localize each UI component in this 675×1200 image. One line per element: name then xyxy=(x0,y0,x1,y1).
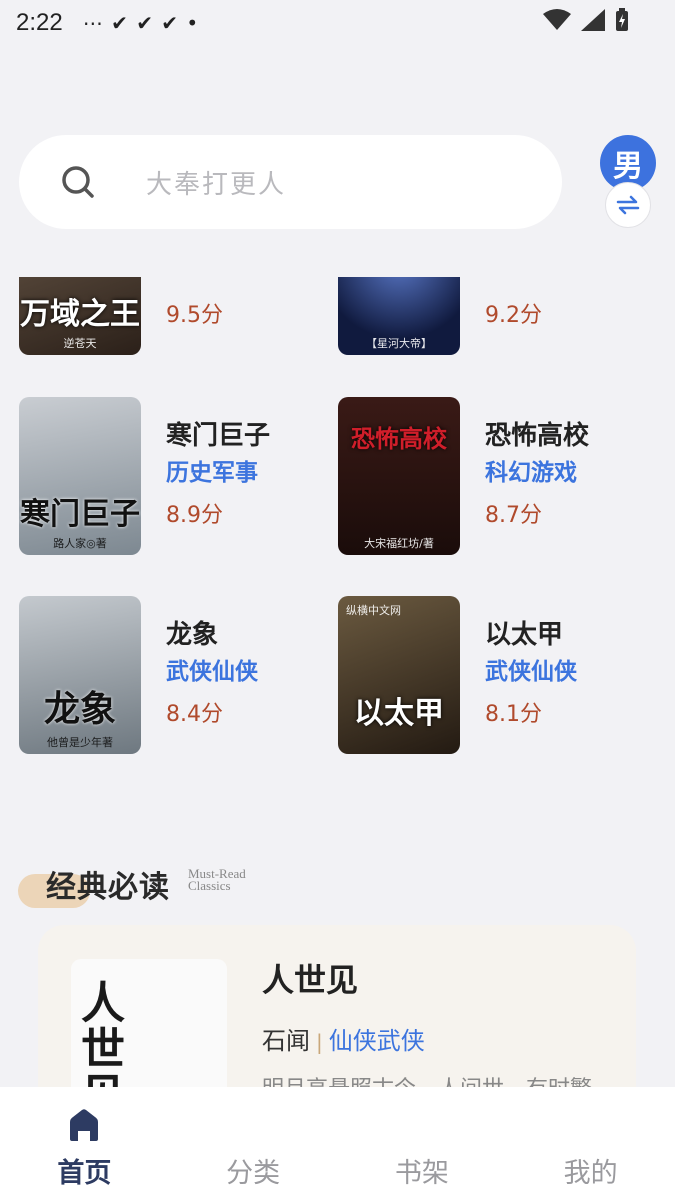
book-item[interactable]: 以太甲 纵横中文网 以太甲 武侠仙侠 8.1分 xyxy=(338,596,638,756)
book-category xyxy=(485,277,542,297)
cover-title: 恐怖高校 xyxy=(351,424,447,453)
bottom-tab-bar: 首页 分类 书架 我的 xyxy=(0,1087,675,1200)
book-score: 8.1分 xyxy=(485,702,542,727)
book-cover[interactable]: 【星河大帝】 xyxy=(338,277,460,355)
cover-author: 纵横中文网 xyxy=(346,604,401,617)
search-icon xyxy=(62,166,94,198)
search-bar[interactable]: 大奉打更人 xyxy=(19,135,562,229)
book-score: 8.4分 xyxy=(166,702,223,727)
book-title: 寒门巨子 xyxy=(166,421,271,451)
swap-icon xyxy=(616,195,640,215)
tab-label: 首页 xyxy=(57,1158,112,1189)
cover-author: 【星河大帝】 xyxy=(366,337,432,350)
cover-author: 大宋福红坊/著 xyxy=(364,537,434,550)
book-cover[interactable]: 以太甲 纵横中文网 xyxy=(338,596,460,754)
section-heading-classics: 经典必读 Must-Read Classics xyxy=(18,852,278,912)
tab-label: 我的 xyxy=(563,1158,618,1189)
book-title: 以太甲 xyxy=(485,620,564,650)
tab-home[interactable]: 首页 xyxy=(0,1087,169,1200)
book-grid: 万域之王 逆苍天 9.5分 【星河大帝】 9.2分 寒门巨子 路人家◎著 寒门巨… xyxy=(0,277,675,777)
book-category: 仙侠武侠 xyxy=(328,1027,425,1055)
book-category: 科幻游戏 xyxy=(485,460,577,486)
notification-icons: ⋯ ✔ ✔ ✔ • xyxy=(82,11,200,35)
tab-label: 分类 xyxy=(226,1158,281,1189)
book-item[interactable]: 龙象 他曾是少年著 龙象 武侠仙侠 8.4分 xyxy=(19,596,319,756)
book-cover[interactable]: 寒门巨子 路人家◎著 xyxy=(19,397,141,555)
cover-title: 万域之王 xyxy=(20,297,140,332)
book-meta: 石闻 | 仙侠武侠 xyxy=(262,1021,425,1056)
book-title: 恐怖高校 xyxy=(485,421,590,451)
book-score: 8.7分 xyxy=(485,503,542,528)
cover-title: 龙象 xyxy=(43,688,116,730)
signal-icon xyxy=(581,9,605,31)
book-item[interactable]: 恐怖高校 大宋福红坊/著 恐怖高校 科幻游戏 8.7分 xyxy=(338,397,638,557)
book-category xyxy=(166,277,223,297)
status-bar: 2:22 ⋯ ✔ ✔ ✔ • xyxy=(0,0,675,46)
status-time: 2:22 xyxy=(16,9,63,36)
section-subtitle-en: Must-Read Classics xyxy=(188,866,246,893)
book-category: 武侠仙侠 xyxy=(485,659,577,685)
cover-author: 他曾是少年著 xyxy=(47,736,113,749)
book-author: 石闻 xyxy=(262,1027,310,1055)
book-cover[interactable]: 龙象 他曾是少年著 xyxy=(19,596,141,754)
book-category: 武侠仙侠 xyxy=(166,659,258,685)
tab-category[interactable]: 分类 xyxy=(169,1087,338,1200)
cover-title: 以太甲 xyxy=(354,696,444,731)
swap-button[interactable] xyxy=(605,182,651,228)
cover-author: 逆苍天 xyxy=(63,337,97,350)
tab-bookshelf[interactable]: 书架 xyxy=(338,1087,507,1200)
book-item[interactable]: 万域之王 逆苍天 9.5分 xyxy=(19,277,319,357)
search-placeholder[interactable]: 大奉打更人 xyxy=(146,164,286,201)
book-score: 8.9分 xyxy=(166,503,223,528)
book-score: 9.5分 xyxy=(166,303,223,328)
book-cover[interactable]: 万域之王 逆苍天 xyxy=(19,277,141,355)
home-icon xyxy=(70,1109,98,1141)
tab-profile[interactable]: 我的 xyxy=(506,1087,675,1200)
wifi-icon xyxy=(543,9,571,30)
cover-title: 寒门巨子 xyxy=(20,497,140,532)
cover-author: 路人家◎著 xyxy=(53,537,107,550)
book-title: 龙象 xyxy=(166,620,219,650)
battery-icon xyxy=(616,8,628,31)
book-score: 9.2分 xyxy=(485,303,542,328)
book-item[interactable]: 寒门巨子 路人家◎著 寒门巨子 历史军事 8.9分 xyxy=(19,397,319,557)
meta-separator: | xyxy=(316,1030,323,1054)
tab-label: 书架 xyxy=(394,1158,449,1189)
book-category: 历史军事 xyxy=(166,460,258,486)
section-title: 经典必读 xyxy=(46,870,170,905)
book-item[interactable]: 【星河大帝】 9.2分 xyxy=(338,277,638,357)
book-title: 人世见 xyxy=(262,961,359,999)
system-icons xyxy=(543,8,629,32)
book-cover[interactable]: 恐怖高校 大宋福红坊/著 xyxy=(338,397,460,555)
